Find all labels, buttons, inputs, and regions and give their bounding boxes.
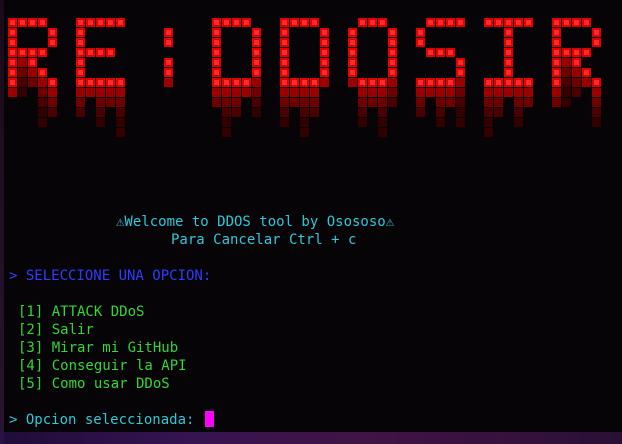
terminal-window: ⚠Welcome to DDOS tool by Osososo⚠ Para C…: [0, 0, 622, 444]
menu-item-salir[interactable]: [2] Salir: [18, 321, 94, 339]
menu-prompt: > SELECCIONE UNA OPCION:: [9, 268, 212, 284]
cancel-hint: Para Cancelar Ctrl + c: [171, 232, 357, 248]
welcome-line: ⚠Welcome to DDOS tool by Osososo⚠: [116, 214, 395, 230]
ascii-banner-logo: [8, 18, 601, 137]
option-input-prompt: > Opcion seleccionada:: [9, 412, 195, 428]
terminal-cursor[interactable]: [204, 411, 214, 427]
option-input-line[interactable]: > Opcion seleccionada:: [9, 411, 214, 429]
menu-item-api[interactable]: [4] Conseguir la API: [18, 357, 187, 375]
bottom-glow: [0, 432, 622, 444]
menu-item-attack[interactable]: [1] ATTACK DDoS: [18, 303, 144, 321]
menu-item-howto[interactable]: [5] Como usar DDoS: [18, 375, 170, 393]
menu-item-github[interactable]: [3] Mirar mi GitHub: [18, 339, 178, 357]
